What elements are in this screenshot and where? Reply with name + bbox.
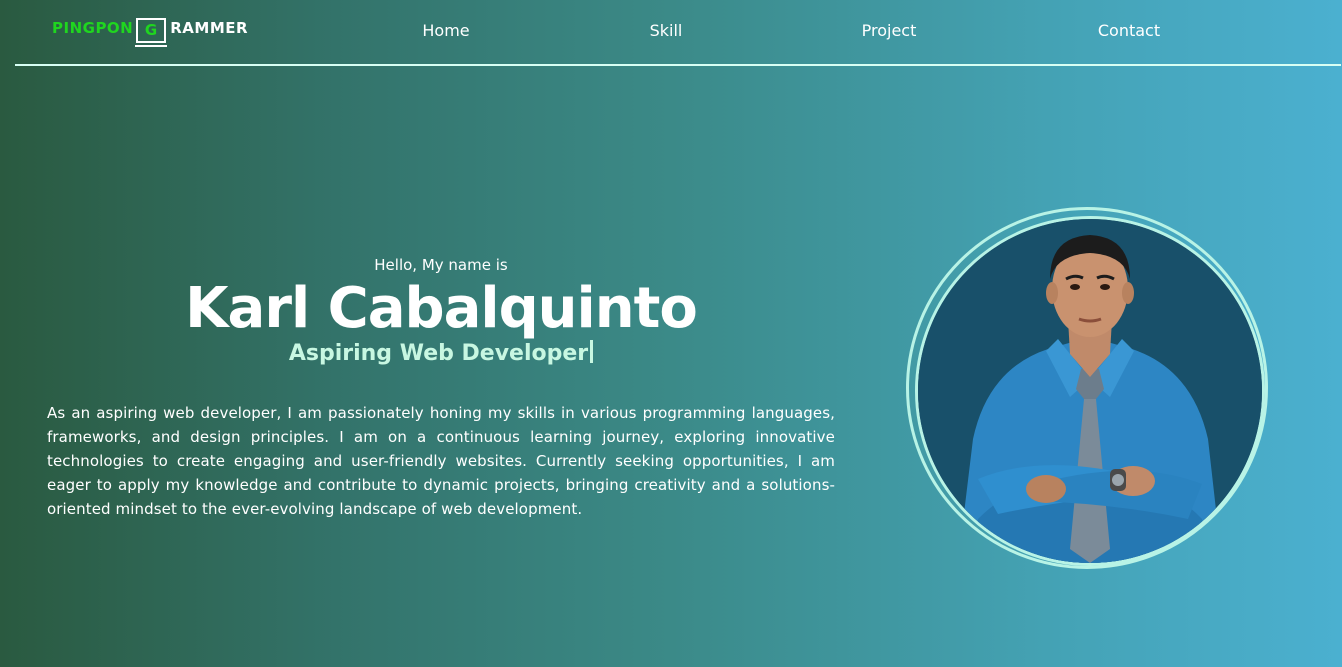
- role-subtitle: Aspiring Web Developer: [47, 340, 835, 366]
- bio-paragraph: As an aspiring web developer, I am passi…: [47, 404, 835, 518]
- name-heading: Karl Cabalquinto: [185, 276, 698, 341]
- logo-text-pingpon: PINGPON: [52, 19, 134, 37]
- nav-project-link[interactable]: Project: [862, 21, 917, 40]
- portrait-photo-icon: [918, 219, 1262, 563]
- profile-photo: [915, 216, 1265, 566]
- nav-home-link[interactable]: Home: [422, 21, 469, 40]
- nav-skill-link[interactable]: Skill: [650, 21, 683, 40]
- typing-cursor-icon: [590, 340, 594, 363]
- profile-photo-ring: [906, 207, 1268, 569]
- logo-text-rammer: RAMMER: [170, 19, 249, 37]
- nav-contact-link[interactable]: Contact: [1098, 21, 1160, 40]
- greeting-text: Hello, My name is: [374, 256, 508, 274]
- logo[interactable]: PINGPON G RAMMER: [52, 18, 249, 47]
- navbar: PINGPON G RAMMER Home Skill Project Cont…: [15, 0, 1341, 66]
- role-text: Aspiring Web Developer: [288, 341, 589, 366]
- logo-g-icon: G: [135, 18, 168, 47]
